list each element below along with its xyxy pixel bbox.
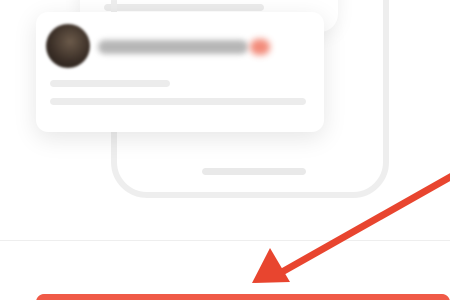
phone-placeholder-line [202, 168, 306, 175]
blurred-name [98, 40, 248, 54]
section-divider [0, 240, 450, 241]
blurred-badge [250, 39, 270, 55]
placeholder-line [50, 80, 170, 87]
primary-action-button[interactable] [36, 294, 450, 300]
screenshot-stage [0, 0, 450, 300]
placeholder-line [50, 98, 306, 105]
avatar-icon [46, 24, 90, 68]
notification-card [36, 12, 324, 132]
